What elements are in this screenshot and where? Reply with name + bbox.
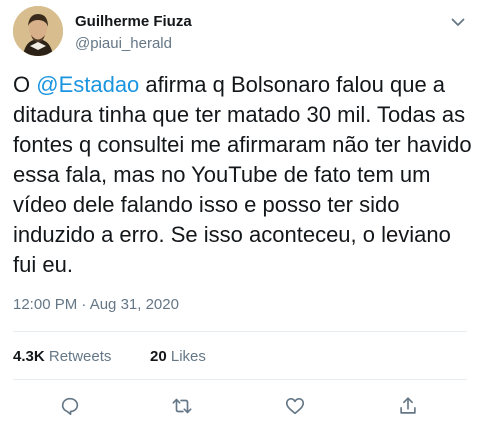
reply-icon[interactable] xyxy=(59,395,81,417)
tweet-timestamp[interactable]: 12:00 PM · Aug 31, 2020 xyxy=(13,296,179,313)
divider xyxy=(13,379,467,380)
avatar-portrait-icon xyxy=(13,6,63,56)
likes-label: Likes xyxy=(170,348,206,365)
tweet-card: Guilherme Fiuza @piaui_herald O @Estadao… xyxy=(0,0,480,435)
likes-count: 20 xyxy=(150,348,167,365)
retweets-stat[interactable]: 4.3K Retweets xyxy=(13,348,111,365)
divider xyxy=(13,331,467,332)
avatar[interactable] xyxy=(13,6,63,56)
retweets-count: 4.3K xyxy=(13,348,45,365)
chevron-down-icon[interactable] xyxy=(449,13,467,31)
heart-icon[interactable] xyxy=(284,395,306,417)
mention-link[interactable]: @Estadao xyxy=(36,72,139,97)
share-icon[interactable] xyxy=(397,395,419,417)
author-name[interactable]: Guilherme Fiuza xyxy=(75,13,192,30)
tweet-text-body: afirma q Bolsonaro falou que a ditadura … xyxy=(13,72,472,277)
likes-stat[interactable]: 20 Likes xyxy=(150,348,206,365)
retweet-icon[interactable] xyxy=(171,395,193,417)
retweets-label: Retweets xyxy=(48,348,112,365)
author-handle[interactable]: @piaui_herald xyxy=(75,35,172,52)
tweet-text-prefix: O xyxy=(13,72,37,97)
tweet-text: O @Estadao afirma q Bolsonaro falou que … xyxy=(13,70,473,280)
